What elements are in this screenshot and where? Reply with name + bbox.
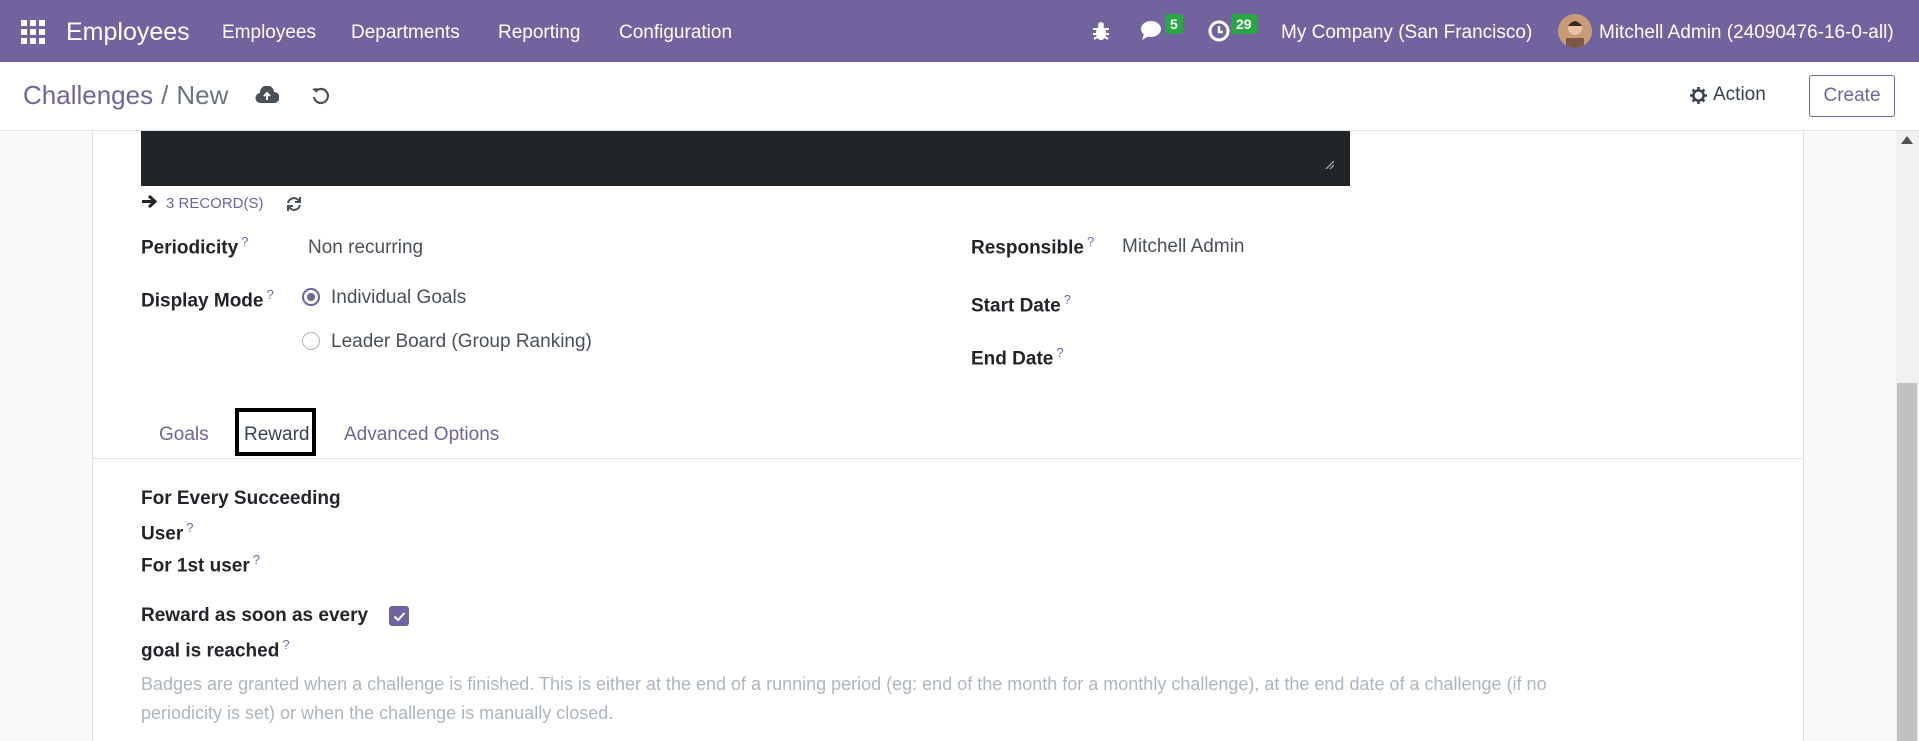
breadcrumb: Challenges / New <box>23 80 228 111</box>
breadcrumb-current: New <box>176 80 229 110</box>
every-user-label: For Every Succeeding User? <box>141 488 341 545</box>
debug-bug-icon[interactable] <box>1091 20 1111 47</box>
messages-icon[interactable] <box>1140 19 1166 48</box>
save-cloud-icon[interactable] <box>255 85 280 109</box>
radio-individual-goals-label[interactable]: Individual Goals <box>331 287 466 309</box>
messages-count-badge: 5 <box>1165 14 1183 34</box>
menu-reporting[interactable]: Reporting <box>498 22 580 44</box>
menu-employees[interactable]: Employees <box>222 22 316 44</box>
tab-reward-label[interactable]: Reward <box>244 424 309 446</box>
help-tooltip-icon[interactable]: ? <box>282 637 289 652</box>
domain-code-editor[interactable] <box>141 131 1350 186</box>
reward-asap-checkbox[interactable] <box>389 606 409 626</box>
apps-menu-icon[interactable] <box>21 20 45 44</box>
first-user-label: For 1st user? <box>141 552 260 577</box>
activities-clock-icon[interactable] <box>1208 20 1230 47</box>
user-avatar[interactable] <box>1558 14 1592 48</box>
scroll-up-arrow-icon[interactable] <box>1901 136 1913 144</box>
menu-configuration[interactable]: Configuration <box>619 22 732 44</box>
user-menu[interactable]: Mitchell Admin (24090476-16-0-all) <box>1599 22 1894 44</box>
resize-handle-icon[interactable] <box>1324 156 1335 170</box>
help-tooltip-icon[interactable]: ? <box>186 520 193 535</box>
activities-count-badge: 29 <box>1231 14 1257 34</box>
scrollbar-thumb[interactable] <box>1897 383 1917 741</box>
action-menu-button[interactable]: Action <box>1690 84 1766 106</box>
help-tooltip-icon[interactable]: ? <box>1087 234 1094 249</box>
radio-leader-board-label[interactable]: Leader Board (Group Ranking) <box>331 331 592 353</box>
breadcrumb-challenges[interactable]: Challenges <box>23 80 153 110</box>
top-navbar: Employees Employees Departments Reportin… <box>0 0 1919 62</box>
notebook-tabs: Goals Advanced Options <box>92 408 1802 459</box>
help-tooltip-icon[interactable]: ? <box>253 552 260 567</box>
help-tooltip-icon[interactable]: ? <box>266 287 273 302</box>
radio-individual-goals[interactable] <box>302 288 320 306</box>
help-tooltip-icon[interactable]: ? <box>1056 345 1063 360</box>
display-mode-label: Display Mode? <box>141 287 274 312</box>
matching-records-link[interactable]: 3 RECORD(S) <box>141 194 264 213</box>
records-count: 3 RECORD(S) <box>166 195 264 212</box>
tab-advanced-options[interactable]: Advanced Options <box>344 424 499 446</box>
refresh-icon[interactable] <box>286 196 302 217</box>
control-panel: Challenges / New Action Create <box>0 62 1919 131</box>
help-tooltip-icon[interactable]: ? <box>1064 292 1071 307</box>
start-date-label: Start Date? <box>971 292 1071 317</box>
reward-asap-label: Reward as soon as every goal is reached? <box>141 605 369 662</box>
breadcrumb-separator: / <box>161 80 169 110</box>
arrow-right-icon <box>141 194 158 213</box>
create-button[interactable]: Create <box>1809 75 1895 117</box>
end-date-label: End Date? <box>971 345 1064 370</box>
responsible-field[interactable]: Mitchell Admin <box>1122 236 1245 258</box>
company-switcher[interactable]: My Company (San Francisco) <box>1281 22 1532 44</box>
periodicity-field[interactable]: Non recurring <box>308 237 423 259</box>
gear-icon <box>1690 86 1707 104</box>
app-title[interactable]: Employees <box>66 18 190 47</box>
reward-help-text: Badges are granted when a challenge is f… <box>141 674 1547 723</box>
radio-leader-board[interactable] <box>302 332 320 350</box>
periodicity-label: Periodicity? <box>141 234 249 259</box>
menu-departments[interactable]: Departments <box>351 22 460 44</box>
responsible-label: Responsible? <box>971 234 1095 259</box>
checkmark-icon <box>393 611 405 621</box>
tab-goals[interactable]: Goals <box>159 424 209 446</box>
help-tooltip-icon[interactable]: ? <box>241 234 248 249</box>
action-label: Action <box>1713 84 1766 105</box>
discard-undo-icon[interactable] <box>311 86 331 111</box>
